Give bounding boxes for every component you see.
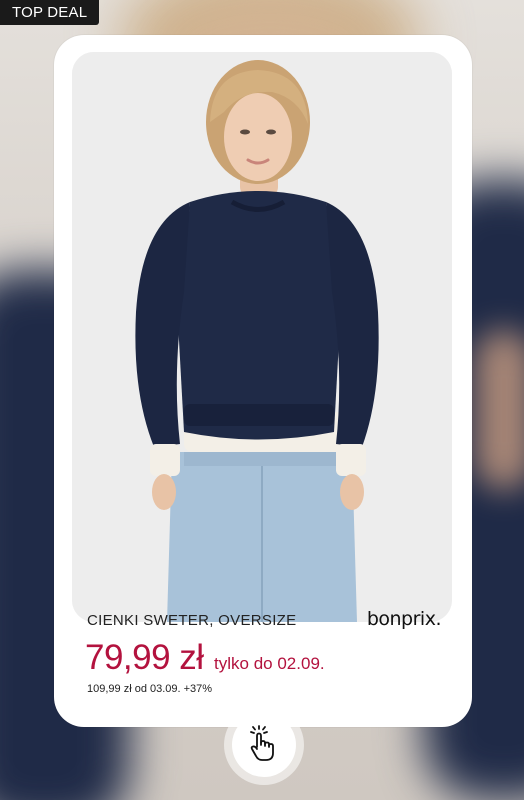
current-price: 79,99 zł bbox=[85, 638, 204, 677]
tap-button[interactable] bbox=[224, 705, 304, 785]
brand-logo: bonprix. bbox=[366, 608, 442, 630]
promo-deadline: tylko do 02.09. bbox=[214, 654, 325, 673]
product-card[interactable]: CIENKI SWETER, OVERSIZE bonprix. 79,99 z… bbox=[54, 35, 472, 727]
old-price-note: 109,99 zł od 03.09. +37% bbox=[87, 683, 213, 695]
hand-tap-icon bbox=[246, 723, 282, 768]
price-row: 79,99 zł tylko do 02.09. bbox=[85, 638, 325, 678]
product-image[interactable] bbox=[72, 52, 452, 622]
product-title[interactable]: CIENKI SWETER, OVERSIZE bbox=[87, 612, 296, 629]
top-deal-badge: TOP DEAL bbox=[0, 0, 100, 25]
tap-button-inner[interactable] bbox=[232, 713, 296, 777]
